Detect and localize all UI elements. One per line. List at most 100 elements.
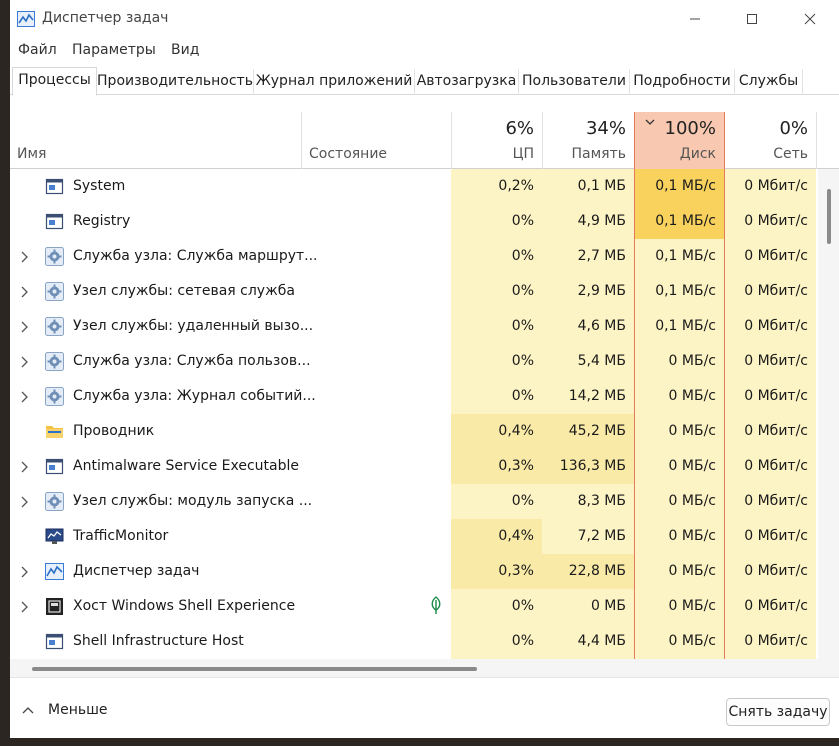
column-network[interactable]: 0% Сеть (725, 112, 816, 169)
process-memory: 0 МБ (542, 589, 634, 624)
process-cpu: 0,3% (451, 554, 542, 589)
minimize-button[interactable] (670, 4, 720, 34)
process-name: Узел службы: удаленный вызо... (73, 318, 314, 334)
footer: Меньше Снять задачу (10, 677, 839, 738)
process-cpu: 0% (451, 379, 542, 414)
tab-users[interactable]: Пользователи (519, 69, 630, 95)
app-window-icon (45, 213, 64, 230)
app-window-icon (45, 633, 64, 650)
chevron-right-icon[interactable] (20, 286, 28, 298)
gear-icon (45, 352, 64, 371)
vertical-scroll-thumb[interactable] (827, 189, 831, 244)
menu-view[interactable]: Вид (171, 42, 199, 58)
chevron-right-icon[interactable] (20, 251, 28, 263)
horizontal-scroll-thumb[interactable] (32, 667, 477, 671)
process-row[interactable]: Служба узла: Служба пользов... 0% 5,4 МБ 0 … (10, 344, 818, 379)
chevron-right-icon[interactable] (20, 496, 28, 508)
fewer-details-button[interactable]: Меньше (22, 702, 108, 718)
process-name-cell: Узел службы: сетевая служба (10, 274, 301, 309)
process-cpu: 0% (451, 274, 542, 309)
process-status-cell (301, 379, 451, 414)
menu-options[interactable]: Параметры (72, 42, 156, 58)
chevron-right-icon[interactable] (20, 461, 28, 473)
end-task-button[interactable]: Снять задачу (726, 698, 830, 726)
process-status-cell (301, 309, 451, 344)
process-cpu: 0% (451, 484, 542, 519)
tab-performance[interactable]: Производительность (97, 69, 254, 95)
network-total-percent: 0% (779, 118, 808, 139)
task-manager-window: Диспетчер задач Файл Параметры Вид Проце… (10, 0, 839, 738)
column-name[interactable]: Имя (10, 112, 301, 169)
memory-total-percent: 34% (585, 118, 626, 139)
process-row[interactable]: TrafficMonitor 0,4% 7,2 МБ 0 МБ/с 0 Мбит/с (10, 519, 818, 554)
chevron-right-icon[interactable] (20, 601, 28, 613)
process-network: 0 Мбит/с (725, 589, 816, 624)
close-button[interactable] (785, 4, 835, 34)
disk-total-percent: 100% (664, 118, 716, 139)
process-cpu: 0% (451, 344, 542, 379)
process-memory: 22,8 МБ (542, 554, 634, 589)
column-divider[interactable] (816, 112, 817, 169)
menu-file[interactable]: Файл (18, 42, 57, 58)
process-memory: 2,7 МБ (542, 239, 634, 274)
process-status-cell (301, 554, 451, 589)
process-disk: 0 МБ/с (634, 519, 725, 554)
column-disk[interactable]: 100% Диск (634, 112, 725, 169)
process-status-cell (301, 414, 451, 449)
tab-startup[interactable]: Автозагрузка (415, 69, 519, 95)
horizontal-scrollbar[interactable] (10, 659, 839, 677)
tab-processes[interactable]: Процессы (12, 67, 97, 96)
process-row[interactable]: Узел службы: модуль запуска ... 0% 8,3 МБ 0… (10, 484, 818, 519)
vertical-scrollbar[interactable] (818, 169, 839, 659)
process-row[interactable]: System 0,2% 0,1 МБ 0,1 МБ/с 0 Мбит/с (10, 169, 818, 204)
column-cpu[interactable]: 6% ЦП (452, 112, 542, 169)
process-name-cell: Проводник (10, 414, 301, 449)
process-cpu: 0,3% (451, 449, 542, 484)
process-name: Shell Infrastructure Host (73, 633, 244, 649)
process-name: Служба узла: Журнал событий... (73, 388, 316, 404)
process-row[interactable]: Shell Infrastructure Host 0% 4,4 МБ 0 МБ/с 0… (10, 624, 818, 659)
process-cpu: 0% (451, 589, 542, 624)
process-memory: 4,6 МБ (542, 309, 634, 344)
tab-app-history[interactable]: Журнал приложений (254, 69, 415, 95)
process-network: 0 Мбит/с (725, 449, 816, 484)
process-memory: 0,1 МБ (542, 169, 634, 204)
chevron-up-icon (22, 707, 34, 714)
fewer-details-label: Меньше (48, 702, 108, 718)
process-name: Служба узла: Служба пользов... (73, 353, 311, 369)
process-row[interactable]: Проводник 0,4% 45,2 МБ 0 МБ/с 0 Мбит/с (10, 414, 818, 449)
chevron-right-icon[interactable] (20, 321, 28, 333)
process-row[interactable]: Узел службы: сетевая служба 0% 2,9 МБ 0,1 М… (10, 274, 818, 309)
process-disk: 0,1 МБ/с (634, 169, 725, 204)
process-cpu: 0% (451, 309, 542, 344)
tab-services[interactable]: Службы (735, 69, 803, 95)
process-cpu: 0,4% (451, 519, 542, 554)
chevron-right-icon[interactable] (20, 566, 28, 578)
process-name-cell: System (10, 169, 301, 204)
column-memory-label: Память (571, 146, 627, 162)
process-network: 0 Мбит/с (725, 624, 816, 659)
title-bar[interactable]: Диспетчер задач (10, 0, 839, 38)
process-row[interactable]: Узел службы: удаленный вызо... 0% 4,6 МБ 0,… (10, 309, 818, 344)
process-row[interactable]: Служба узла: Служба маршрут... 0% 2,7 МБ 0,… (10, 239, 818, 274)
process-name-cell: Служба узла: Служба пользов... (10, 344, 311, 379)
chevron-right-icon[interactable] (20, 391, 28, 403)
process-row[interactable]: Диспетчер задач 0,3% 22,8 МБ 0 МБ/с 0 Мбит/с (10, 554, 818, 589)
process-name-cell: Служба узла: Служба маршрут... (10, 239, 318, 274)
process-row[interactable]: Registry 0% 4,9 МБ 0,1 МБ/с 0 Мбит/с (10, 204, 818, 239)
process-row[interactable]: Служба узла: Журнал событий... 0% 14,2 МБ 0… (10, 379, 818, 414)
process-disk: 0 МБ/с (634, 554, 725, 589)
column-memory[interactable]: 34% Память (543, 112, 634, 169)
sort-descending-icon (645, 119, 655, 125)
column-status[interactable]: Состояние (302, 112, 451, 169)
process-row[interactable]: Antimalware Service Executable 0,3% 136,3 … (10, 449, 818, 484)
tab-details[interactable]: Подробности (630, 69, 735, 95)
maximize-button[interactable] (727, 4, 777, 34)
process-row[interactable]: Хост Windows Shell Experience 0% 0 МБ 0 МБ/… (10, 589, 818, 624)
process-status-cell (301, 169, 451, 204)
process-network: 0 Мбит/с (725, 344, 816, 379)
process-name-cell: Диспетчер задач (10, 554, 301, 589)
process-status-cell (301, 239, 451, 274)
chevron-right-icon[interactable] (20, 356, 28, 368)
process-memory: 4,9 МБ (542, 204, 634, 239)
